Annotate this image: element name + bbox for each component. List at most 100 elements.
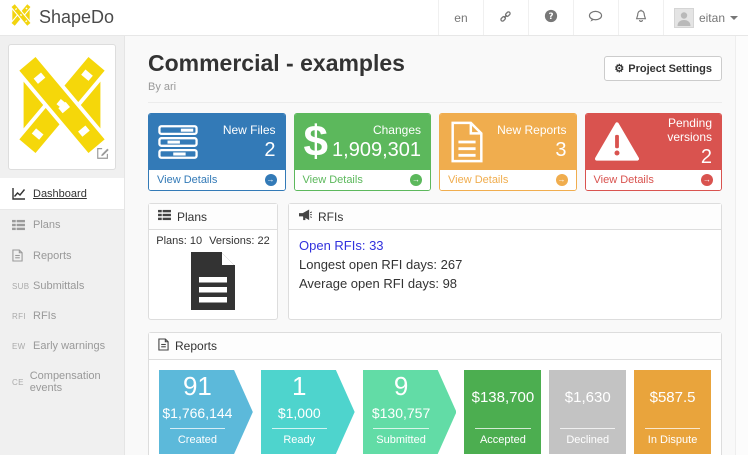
view-details-label: View Details: [157, 174, 218, 186]
sidebar-item-compensation-events[interactable]: CE Compensation events: [0, 361, 124, 403]
sidebar-item-label: RFIs: [33, 310, 57, 322]
header-divider: [148, 102, 722, 103]
brand-name: ShapeDo: [39, 7, 115, 27]
stat-card-value: 3: [555, 138, 567, 161]
sidebar-item-rfis[interactable]: RFI RFIs: [0, 301, 124, 331]
dollar-icon: $: [303, 117, 328, 166]
language-label: en: [454, 10, 468, 25]
stat-cards-row: New Files 2 View Details → $ Changes 1,9…: [148, 113, 722, 191]
stage-divider: [169, 428, 226, 429]
view-details-label: View Details: [302, 174, 363, 186]
link-icon: [498, 9, 513, 27]
tasks-icon: [158, 124, 204, 160]
stage-divider: [560, 428, 616, 429]
chat-icon: [588, 10, 603, 26]
stage-amount: $138,700: [471, 388, 535, 406]
user-menu[interactable]: eitan: [662, 0, 748, 35]
project-settings-label: Project Settings: [628, 62, 712, 75]
stat-card-label: Pending versions: [667, 115, 712, 144]
view-details-link[interactable]: View Details →: [149, 170, 285, 190]
rfis-panel: RFIs Open RFIs: 33 Longest open RFI days…: [288, 203, 722, 320]
stat-card-new-files: New Files 2 View Details →: [148, 113, 286, 191]
project-logo-card: [8, 44, 116, 170]
stage-label: In Dispute: [647, 434, 698, 446]
list-icon: [158, 209, 171, 224]
plans-count: Plans: 10: [156, 235, 203, 247]
plans-panel-title: Plans: [177, 209, 208, 224]
stat-card-label: New Reports: [497, 122, 567, 137]
help-button[interactable]: ?: [527, 0, 573, 35]
warning-icon: [594, 122, 641, 162]
report-stage-created: 91 $1,766,144 Created: [159, 370, 253, 454]
rfis-panel-header: RFIs: [289, 204, 721, 230]
svg-text:?: ?: [548, 12, 553, 22]
project-logo-image: [13, 51, 111, 158]
open-rfis-link[interactable]: Open RFIs: 33: [299, 237, 711, 256]
sidebar-item-label: Reports: [33, 249, 72, 262]
sidebar-item-dashboard[interactable]: Dashboard: [0, 178, 124, 210]
language-selector[interactable]: en: [437, 0, 483, 35]
top-navbar: ShapeDo en ? eitan: [0, 0, 748, 36]
sidebar-item-label: Early warnings: [33, 340, 106, 352]
sidebar-item-label: Submittals: [33, 280, 85, 292]
stat-card-label: Changes: [372, 122, 421, 137]
average-open-rfi: Average open RFI days: 98: [299, 275, 458, 291]
rfis-prefix-icon: RFI: [12, 311, 26, 321]
sidebar-item-reports[interactable]: Reports: [0, 240, 124, 271]
stage-divider: [475, 428, 531, 429]
user-name: eitan: [698, 10, 725, 25]
stage-label: Ready: [283, 434, 316, 446]
shapedo-logo-icon: [10, 2, 32, 31]
sidebar-item-plans[interactable]: Plans: [0, 210, 124, 240]
arrow-circle-right-icon: →: [410, 174, 422, 186]
sidebar-item-submittals[interactable]: SUB Submittals: [0, 271, 124, 301]
view-details-link[interactable]: View Details →: [440, 170, 576, 190]
reports-panel: Reports 91 $1,766,144 Created 1 $1,000 R…: [148, 332, 722, 455]
stage-amount: $587.5: [649, 388, 696, 406]
sidebar-item-early-warnings[interactable]: EW Early warnings: [0, 331, 124, 361]
file-text-icon: [449, 121, 495, 163]
stat-card-value: 1,909,301: [332, 138, 421, 161]
sidebar-item-label: Compensation events: [29, 370, 101, 394]
stage-count: 1: [292, 371, 307, 401]
stage-label: Submitted: [376, 434, 426, 446]
sidebar: Dashboard Plans Reports SUB Submittals R…: [0, 36, 125, 455]
stat-card-value: 2: [700, 145, 712, 168]
document-icon: [184, 252, 242, 316]
arrow-circle-right-icon: →: [264, 174, 277, 186]
gear-icon: ⚙: [614, 63, 625, 75]
scrollbar-track[interactable]: [735, 36, 748, 455]
report-stage-in-dispute: $587.5 In Dispute: [634, 370, 711, 454]
chat-button[interactable]: [572, 0, 618, 35]
edit-logo-icon[interactable]: [96, 146, 110, 165]
reports-panel-title: Reports: [175, 339, 218, 353]
stage-divider: [271, 428, 327, 429]
project-settings-button[interactable]: ⚙ Project Settings: [604, 56, 722, 81]
view-details-link[interactable]: View Details →: [585, 170, 721, 190]
stage-divider: [644, 428, 701, 429]
stage-divider: [373, 428, 429, 429]
help-icon: ?: [544, 9, 558, 26]
view-details-label: View Details: [448, 174, 509, 186]
stage-amount: $1,630: [564, 388, 611, 406]
navbar-menu: en ? eitan: [437, 0, 748, 35]
submittals-prefix-icon: SUB: [12, 281, 30, 291]
stat-card-changes: $ Changes 1,909,301 View Details →: [293, 113, 431, 191]
page-title: Commercial - examples: [148, 50, 405, 76]
main-content: Commercial - examples By ari ⚙ Project S…: [125, 36, 735, 455]
link-button[interactable]: [482, 0, 528, 35]
stat-card-pending-versions: Pending versions 2 View Details →: [584, 113, 722, 191]
stage-label: Created: [177, 434, 217, 446]
brand-home-link[interactable]: ShapeDo: [0, 0, 114, 35]
megaphone-icon: [298, 209, 313, 224]
report-stage-ready: 1 $1,000 Ready: [260, 370, 355, 454]
stage-label: Declined: [566, 434, 610, 446]
plans-panel: Plans Plans: 10 Versions: 22: [148, 203, 278, 320]
view-details-label: View Details: [593, 174, 654, 186]
view-details-link[interactable]: View Details →: [294, 170, 430, 190]
stage-amount: $130,757: [371, 405, 431, 421]
early-warnings-prefix-icon: EW: [12, 341, 26, 351]
compensation-events-prefix-icon: CE: [12, 377, 24, 387]
notifications-button[interactable]: [617, 0, 663, 35]
stage-count: 9: [393, 371, 409, 401]
